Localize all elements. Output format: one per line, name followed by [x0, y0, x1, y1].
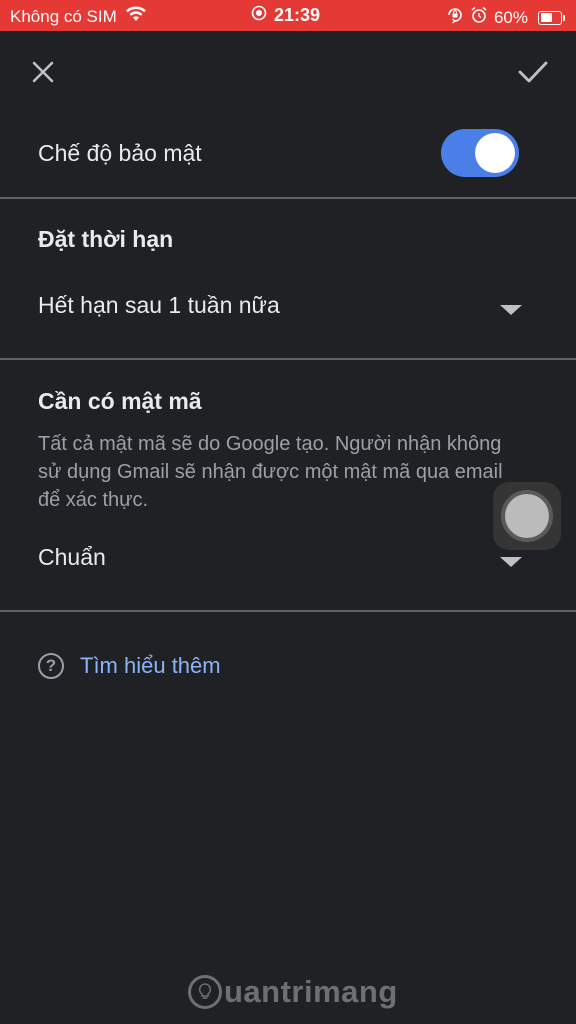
dropdown-arrow-icon	[500, 557, 522, 567]
learn-more-label: Tìm hiểu thêm	[80, 653, 221, 678]
check-icon	[518, 60, 548, 89]
expiration-title: Đặt thời hạn	[38, 226, 174, 252]
battery-percent: 60%	[493, 7, 528, 27]
status-bar-left: Không có SIM	[10, 6, 147, 27]
passcode-dropdown[interactable]: Chuẩn	[0, 530, 576, 590]
orientation-lock-icon	[446, 6, 464, 29]
status-bar-right: 60%	[446, 6, 565, 29]
divider	[0, 358, 576, 360]
status-bar-center: 21:39	[251, 5, 320, 26]
passcode-title: Cần có mật mã	[38, 388, 202, 414]
divider	[0, 197, 576, 199]
close-icon	[31, 60, 55, 89]
battery-icon	[538, 10, 565, 25]
assistive-touch-icon	[505, 494, 549, 538]
divider	[0, 610, 576, 612]
help-icon: ?	[38, 653, 64, 679]
confidential-mode-toggle[interactable]	[441, 129, 519, 177]
recording-icon	[251, 5, 267, 26]
expiration-dropdown[interactable]: Hết hạn sau 1 tuần nữa	[0, 278, 576, 338]
dropdown-arrow-icon	[500, 305, 522, 315]
lightbulb-icon	[188, 975, 222, 1009]
confidential-mode-label: Chế độ bảo mật	[38, 140, 202, 166]
passcode-description: Tất cả mật mã sẽ do Google tạo. Người nh…	[38, 433, 503, 511]
learn-more-link[interactable]: ? Tìm hiểu thêm	[38, 653, 221, 679]
confirm-button[interactable]	[509, 50, 557, 98]
status-bar: Không có SIM 21:39 60%	[0, 0, 576, 31]
alarm-icon	[470, 6, 488, 29]
wifi-icon	[125, 6, 147, 27]
close-button[interactable]	[19, 50, 67, 98]
watermark-text: uantrimang	[224, 974, 398, 1009]
passcode-value: Chuẩn	[38, 544, 106, 570]
carrier-label: Không có SIM	[10, 6, 117, 26]
toggle-knob	[475, 133, 515, 173]
watermark: uantrimang	[188, 974, 398, 1010]
battery-fill	[540, 13, 552, 22]
assistive-touch-button[interactable]	[493, 482, 561, 550]
clock: 21:39	[274, 5, 321, 25]
expiration-value: Hết hạn sau 1 tuần nữa	[38, 292, 280, 318]
